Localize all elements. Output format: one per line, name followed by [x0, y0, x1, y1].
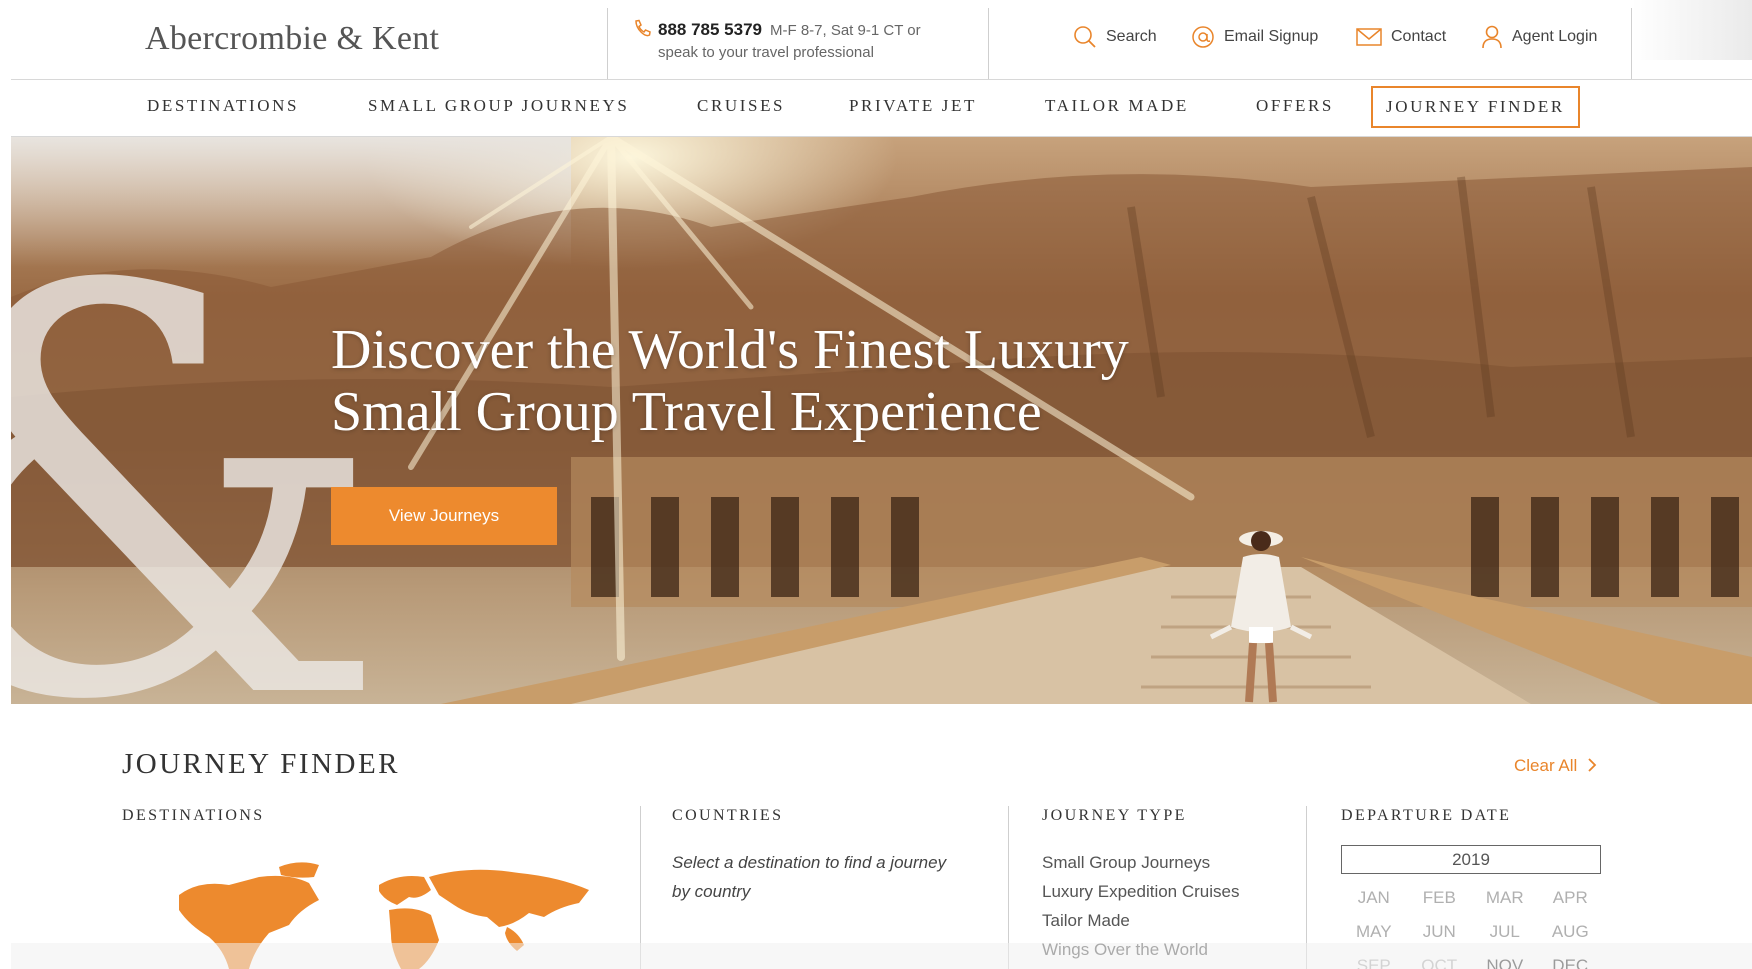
- nav-destinations[interactable]: DESTINATIONS: [147, 96, 299, 116]
- email-signup-link[interactable]: Email Signup: [1191, 24, 1318, 50]
- nav-offers[interactable]: OFFERS: [1256, 96, 1334, 116]
- hero-title-line-2: Small Group Travel Experience: [331, 381, 1042, 443]
- user-icon: [1482, 25, 1502, 49]
- nav-cruises[interactable]: CRUISES: [697, 96, 785, 116]
- month-apr: APR: [1552, 888, 1588, 907]
- search-label: Search: [1106, 28, 1157, 45]
- month-mar: MAR: [1485, 888, 1524, 907]
- agent-login-label: Agent Login: [1512, 28, 1598, 45]
- bottom-fade: [11, 943, 1752, 969]
- chevron-right-icon: [1588, 758, 1597, 772]
- countries-heading: COUNTRIES: [672, 807, 784, 824]
- phone-icon: [635, 19, 651, 37]
- view-journeys-button[interactable]: View Journeys: [331, 487, 557, 545]
- header-divider: [988, 8, 989, 79]
- search-link[interactable]: Search: [1073, 24, 1157, 50]
- month-jun: JUN: [1422, 922, 1456, 941]
- month-aug: AUG: [1551, 922, 1589, 941]
- at-icon: [1192, 26, 1214, 48]
- clear-all-label: Clear All: [1514, 756, 1578, 775]
- contact-label: Contact: [1391, 28, 1447, 45]
- envelope-icon: [1356, 28, 1382, 46]
- clear-all-link[interactable]: Clear All: [1514, 756, 1597, 776]
- nav-tailor-made[interactable]: TAILOR MADE: [1045, 96, 1189, 116]
- contact-link[interactable]: Contact: [1356, 24, 1446, 50]
- ampersand-watermark: &: [11, 217, 389, 704]
- year-selector[interactable]: 2019: [1341, 845, 1601, 874]
- email-signup-label: Email Signup: [1224, 28, 1319, 45]
- site-logo[interactable]: Abercrombie & Kent: [145, 20, 439, 58]
- traveler-figure-image: [1209, 531, 1313, 703]
- nav-small-group-journeys[interactable]: SMALL GROUP JOURNEYS: [368, 96, 629, 116]
- phone-hours: M-F 8-7, Sat 9-1 CT or: [770, 22, 921, 39]
- header-divider: [607, 8, 608, 79]
- countries-hint: Select a destination to find a journey b…: [672, 853, 947, 901]
- destinations-heading: DESTINATIONS: [122, 807, 265, 824]
- journey-type-option[interactable]: Tailor Made: [1042, 906, 1239, 935]
- page: Abercrombie & Kent 888 785 5379 M-F 8-7, …: [11, 0, 1752, 969]
- hero-title: Discover the World's Finest Luxury Small…: [331, 319, 1129, 443]
- journey-type-option[interactable]: Small Group Journeys: [1042, 848, 1239, 877]
- departure-date-heading: DEPARTURE DATE: [1341, 807, 1512, 824]
- journey-type-option[interactable]: Luxury Expedition Cruises: [1042, 877, 1239, 906]
- month-feb: FEB: [1422, 888, 1456, 907]
- phone-number[interactable]: 888 785 5379: [658, 20, 762, 39]
- nav-private-jet[interactable]: PRIVATE JET: [849, 96, 977, 116]
- nav-journey-finder[interactable]: JOURNEY FINDER: [1371, 86, 1580, 128]
- phone-subtext: speak to your travel professional: [658, 44, 874, 61]
- top-header: Abercrombie & Kent 888 785 5379 M-F 8-7, …: [11, 0, 1752, 80]
- journey-finder-title: JOURNEY FINDER: [122, 748, 401, 780]
- hero-banner: & Discover the World's Finest Luxury Sma…: [11, 137, 1752, 704]
- agent-login-link[interactable]: Agent Login: [1481, 24, 1597, 50]
- main-nav: DESTINATIONS SMALL GROUP JOURNEYS CRUISE…: [11, 79, 1752, 137]
- journey-type-heading: JOURNEY TYPE: [1042, 807, 1187, 824]
- phone-line: 888 785 5379 M-F 8-7, Sat 9-1 CT or: [658, 20, 921, 40]
- hero-title-line-1: Discover the World's Finest Luxury: [331, 319, 1129, 381]
- month-may: MAY: [1355, 922, 1392, 941]
- header-shadow: [1632, 0, 1752, 60]
- search-icon: [1074, 26, 1096, 48]
- month-jul: JUL: [1489, 922, 1520, 941]
- month-jan: JAN: [1357, 888, 1390, 907]
